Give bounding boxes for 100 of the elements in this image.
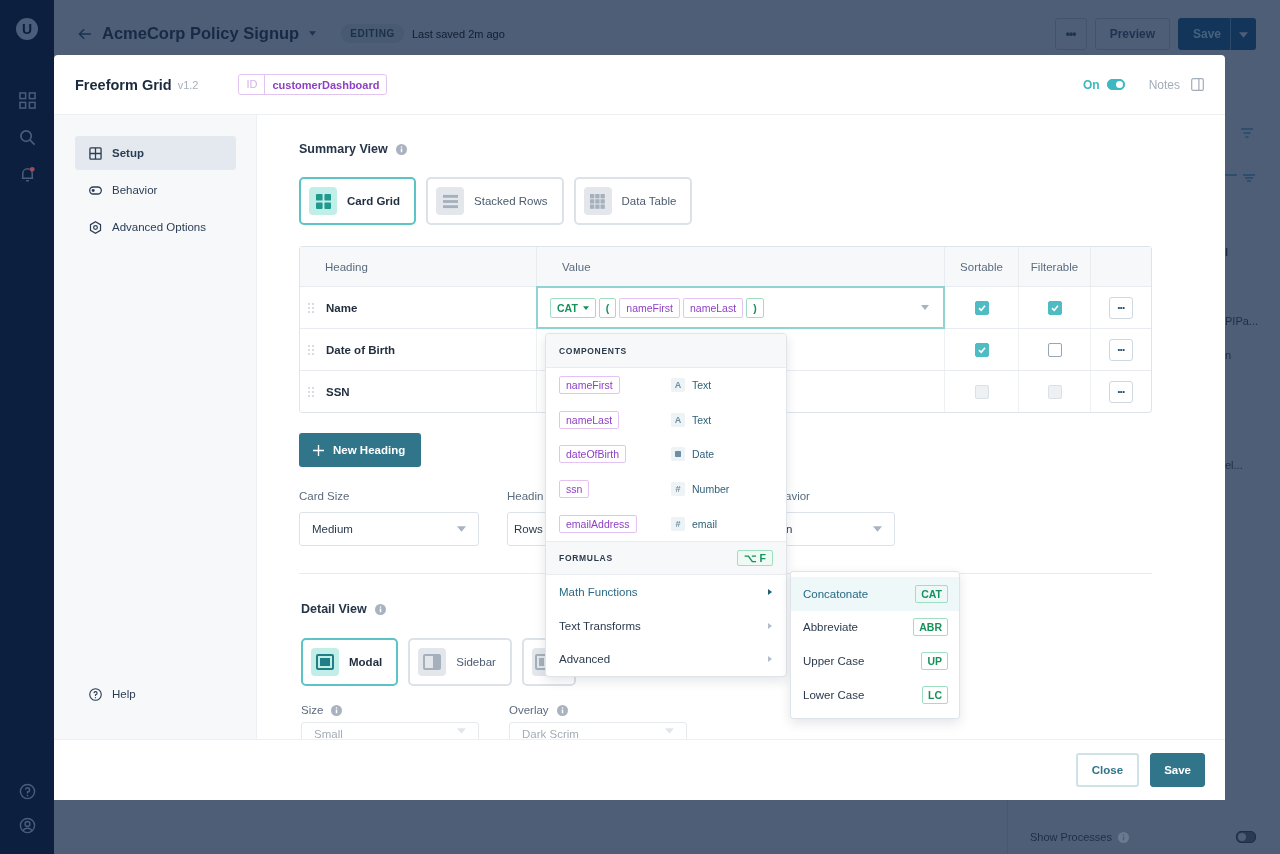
formula-token[interactable]: ) <box>746 297 764 318</box>
search-icon[interactable] <box>18 129 36 146</box>
caret-icon <box>457 728 466 734</box>
user-icon[interactable] <box>18 817 36 834</box>
field-token: ssn <box>559 480 590 499</box>
sidebar-item[interactable]: Behavior <box>75 173 236 207</box>
info-icon <box>374 603 386 615</box>
caret-icon <box>1238 31 1248 38</box>
info-icon <box>395 143 407 155</box>
last-saved-text: Last saved 2m ago <box>411 27 505 40</box>
checkbox[interactable] <box>1047 342 1062 357</box>
formula-token[interactable]: nameFirst <box>619 297 680 318</box>
menu-item[interactable]: dateOfBirth Date <box>546 437 786 472</box>
grid-icon[interactable] <box>18 92 36 109</box>
filter-icon[interactable] <box>1240 128 1254 138</box>
table-icon <box>590 193 606 209</box>
field-token: emailAddress <box>559 514 637 533</box>
formula-token[interactable]: ( <box>598 297 617 318</box>
sort-icon[interactable] <box>1225 174 1255 182</box>
caret-icon[interactable] <box>309 31 317 36</box>
function-code-badge: ABR <box>913 618 948 637</box>
row-menu-button[interactable]: ••• <box>1109 338 1133 361</box>
menu-item[interactable]: Abbreviate ABR <box>791 610 959 645</box>
view-option[interactable]: Stacked Rows <box>426 177 564 225</box>
id-value: customerDashboard <box>271 78 381 91</box>
close-button[interactable]: Close <box>1075 753 1140 787</box>
plus-icon <box>313 444 324 456</box>
menu-item[interactable]: Concatonate CAT <box>791 577 959 611</box>
check-icon <box>1049 302 1060 313</box>
id-label: ID <box>239 75 266 94</box>
drag-handle-icon[interactable] <box>308 386 314 397</box>
help-link[interactable]: Help <box>75 677 236 711</box>
shortcut-badge: ⌥ F <box>736 549 773 566</box>
modal-title: Freeform Grid <box>75 76 172 93</box>
menu-item[interactable]: Upper Case UP <box>791 644 959 678</box>
view-option[interactable]: Modal <box>301 638 399 686</box>
view-option[interactable]: Data Table <box>573 177 693 225</box>
help-icon[interactable] <box>18 783 36 800</box>
function-code-badge: CAT <box>915 584 948 603</box>
toggle-switch[interactable] <box>1106 79 1125 90</box>
back-arrow-icon[interactable] <box>78 27 92 40</box>
menu-item[interactable]: Text Transforms <box>546 608 786 643</box>
toggle-switch[interactable] <box>1236 831 1256 843</box>
menu-item[interactable]: Math Functions <box>546 574 786 609</box>
type-label: Number <box>692 483 730 496</box>
caret-right-icon <box>768 656 772 663</box>
field-label: Overlay <box>509 704 549 716</box>
menu-item[interactable]: Advanced <box>546 642 786 677</box>
notes-label: Notes <box>1148 77 1180 92</box>
row-menu-button[interactable]: ••• <box>1109 296 1133 319</box>
type-icon: A <box>671 412 685 427</box>
checkbox[interactable] <box>974 342 989 357</box>
info-icon <box>1117 831 1129 843</box>
checkbox[interactable] <box>974 300 989 315</box>
type-label: email <box>692 517 718 530</box>
sidebar-item[interactable]: Advanced Options <box>75 210 236 244</box>
sidebar-item[interactable]: Setup <box>75 136 236 170</box>
rows-icon <box>442 193 458 209</box>
caret-right-icon <box>768 588 772 595</box>
formula-token[interactable]: CAT <box>550 297 596 318</box>
type-icon: # <box>671 482 685 497</box>
gear-icon <box>89 220 102 234</box>
card-grid-icon <box>315 193 331 209</box>
function-code-badge: LC <box>922 685 948 704</box>
section-title: Detail View <box>301 602 367 616</box>
menu-section-header: COMPONENTS <box>546 334 786 368</box>
drag-handle-icon[interactable] <box>308 344 314 355</box>
view-option[interactable]: Sidebar <box>408 638 512 686</box>
menu-item[interactable]: nameLast A Text <box>546 402 786 438</box>
layout-icon <box>534 654 547 670</box>
side-panel-icon[interactable] <box>1191 78 1204 91</box>
function-code-badge: UP <box>921 652 948 670</box>
drag-handle-icon[interactable] <box>308 302 314 313</box>
type-label: Text <box>692 379 712 392</box>
version-label: v1.2 <box>177 78 199 91</box>
toggle-icon <box>89 183 102 197</box>
field-token: nameFirst <box>559 376 620 395</box>
view-option[interactable]: Card Grid <box>299 177 417 225</box>
save-button[interactable]: Save <box>1150 753 1205 787</box>
menu-item[interactable]: nameFirst A Text <box>546 368 786 403</box>
formula-token[interactable]: nameLast <box>683 297 744 318</box>
grid-icon <box>89 146 102 160</box>
field-label: Size <box>301 704 324 716</box>
menu-item[interactable]: Lower Case LC <box>791 677 959 712</box>
save-options-button[interactable] <box>1230 17 1256 50</box>
column-header: Heading <box>300 247 537 286</box>
info-icon <box>556 704 568 716</box>
help-icon <box>89 687 102 701</box>
type-label: Date <box>692 448 715 461</box>
section-title: Summary View <box>299 142 388 156</box>
checkbox[interactable] <box>1047 300 1062 315</box>
select-field[interactable]: Medium <box>299 512 479 546</box>
formula-field[interactable]: CAT ( nameFirst nameLast ) <box>536 286 945 329</box>
field-token: dateOfBirth <box>559 445 627 464</box>
new-heading-button[interactable]: New Heading <box>299 433 422 467</box>
row-menu-button[interactable]: ••• <box>1109 380 1133 403</box>
check-icon <box>976 344 987 355</box>
caret-icon <box>582 305 589 310</box>
menu-section-header: FORMULAS <box>559 552 613 563</box>
menu-item[interactable]: ssn # Number <box>546 471 786 507</box>
